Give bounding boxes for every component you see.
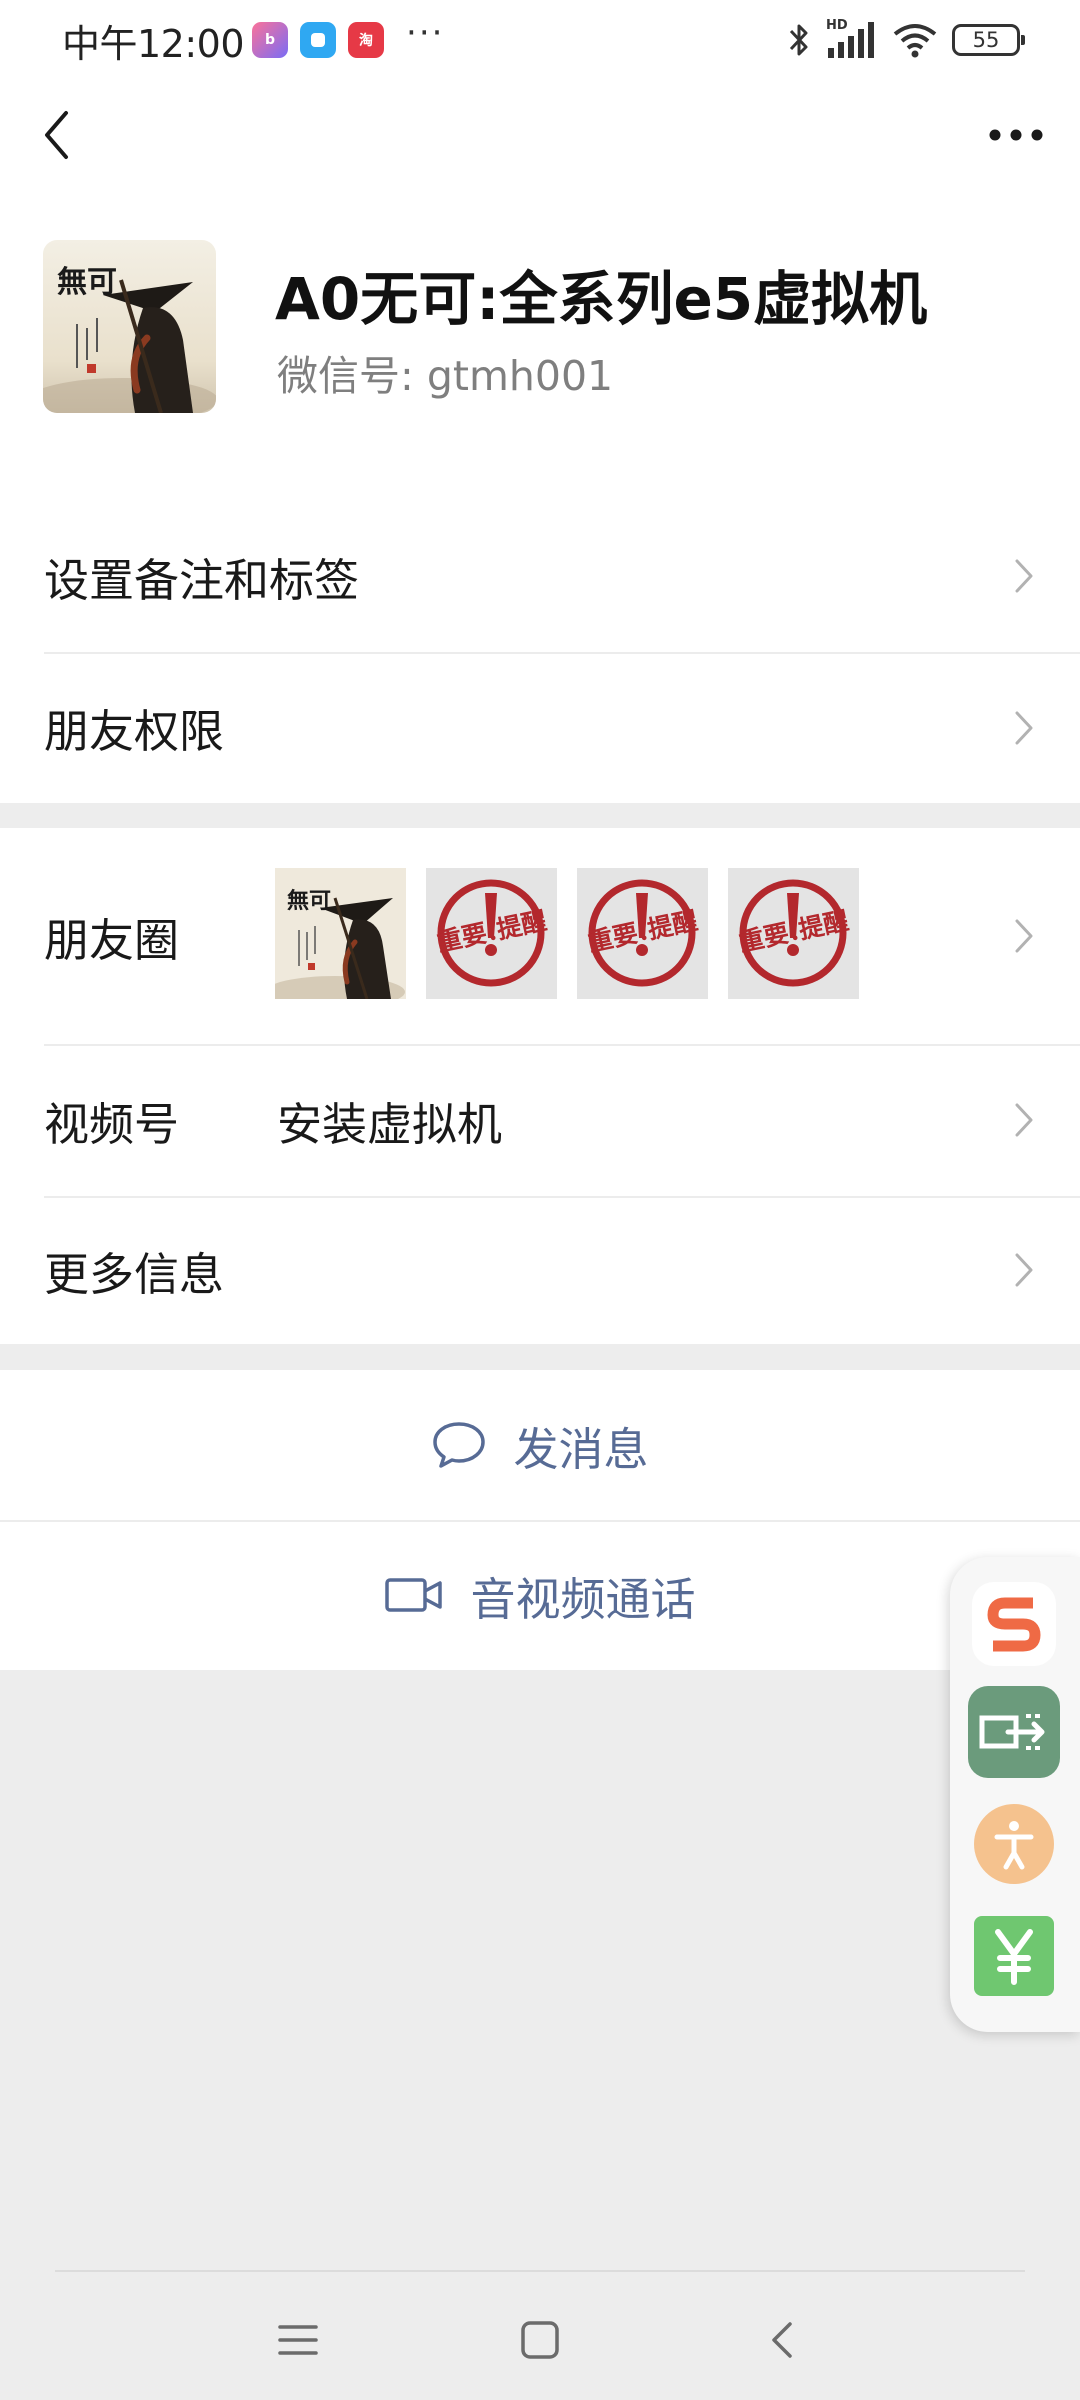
system-navigation-bar bbox=[0, 2270, 1080, 2400]
accessibility-icon[interactable] bbox=[967, 1797, 1061, 1891]
system-back-button[interactable] bbox=[742, 2310, 822, 2370]
moments-thumb-notice: 重要!提醒 bbox=[426, 868, 557, 999]
yuan-payment-icon[interactable] bbox=[967, 1909, 1061, 2003]
send-message-label: 发消息 bbox=[513, 1422, 649, 1476]
svg-text:無可: 無可 bbox=[57, 265, 117, 300]
channels-cell[interactable]: 视频号 安装虚拟机 bbox=[0, 1044, 1080, 1196]
signal-icon: HD bbox=[826, 18, 878, 60]
settings-group: 设置备注和标签 朋友权限 bbox=[0, 500, 1080, 803]
chevron-right-icon bbox=[1015, 919, 1033, 953]
chevron-right-icon bbox=[1015, 711, 1033, 744]
moments-label: 朋友圈 bbox=[44, 913, 180, 967]
chevron-right-icon bbox=[1015, 1253, 1033, 1287]
back-icon bbox=[772, 2322, 792, 2358]
chevron-right-icon bbox=[1015, 559, 1033, 593]
menu-button[interactable] bbox=[258, 2310, 338, 2370]
send-message-button[interactable]: 发消息 bbox=[0, 1370, 1080, 1520]
video-camera-icon bbox=[385, 1578, 443, 1612]
channels-label: 视频号 bbox=[44, 1097, 180, 1151]
status-overflow: ··· bbox=[406, 13, 445, 53]
status-time: 中午12:00 bbox=[62, 21, 245, 66]
battery-icon: 55 bbox=[952, 24, 1025, 56]
contact-name: A0无可:全系列e5虚拟机 bbox=[275, 265, 928, 333]
friend-permissions-label: 朋友权限 bbox=[44, 705, 225, 758]
moments-cell[interactable]: 朋友圈 無可 重要!提醒 重要!提醒 重要!提醒 bbox=[0, 828, 1080, 1044]
chevron-left-icon bbox=[45, 111, 68, 159]
wechat-id: 微信号: gtmh001 bbox=[277, 352, 614, 400]
status-right: HD 55 bbox=[786, 18, 1025, 60]
chat-bubble-icon bbox=[433, 1422, 486, 1468]
taobao-app-icon: 淘 bbox=[348, 22, 385, 58]
av-call-button[interactable]: 音视频通话 bbox=[0, 1520, 1080, 1670]
more-button[interactable] bbox=[980, 100, 1052, 170]
more-info-label: 更多信息 bbox=[44, 1247, 225, 1301]
battery-level: 55 bbox=[972, 28, 1000, 52]
moments-thumb-notice: 重要!提醒 bbox=[577, 868, 708, 999]
status-bar: 中午12:00 b 淘 ··· HD 55 bbox=[0, 0, 1080, 80]
profile-header: 無可 A0无可:全系列e5虚拟机 微信号: gtmh001 bbox=[0, 190, 1080, 500]
info-group: 朋友圈 無可 重要!提醒 重要!提醒 重要!提醒 视频号 安装虚拟机 更多信息 bbox=[0, 828, 1080, 1344]
chevron-right-icon bbox=[1015, 1103, 1033, 1137]
bilibili-app-icon: b bbox=[252, 22, 289, 58]
floating-toolbar bbox=[950, 1557, 1080, 2032]
sogou-s-icon[interactable] bbox=[967, 1577, 1061, 1671]
moments-thumb-notice: 重要!提醒 bbox=[728, 868, 859, 999]
moments-thumb-avatar-art: 無可 bbox=[275, 868, 406, 999]
nav-divider bbox=[55, 2270, 1025, 2272]
home-button[interactable] bbox=[500, 2310, 580, 2370]
back-button[interactable] bbox=[28, 100, 84, 170]
avatar[interactable]: 無可 bbox=[43, 240, 216, 413]
screen-share-icon[interactable] bbox=[967, 1685, 1061, 1779]
home-icon bbox=[521, 2321, 559, 2359]
av-call-label: 音视频通话 bbox=[470, 1572, 696, 1626]
menu-icon bbox=[278, 2325, 318, 2355]
friend-permissions-cell[interactable]: 朋友权限 bbox=[0, 652, 1080, 803]
more-info-cell[interactable]: 更多信息 bbox=[0, 1196, 1080, 1344]
wifi-icon bbox=[893, 24, 937, 58]
status-app-icons: b 淘 bbox=[252, 22, 385, 58]
bluetooth-icon bbox=[789, 24, 808, 56]
actions-group: 发消息 音视频通话 bbox=[0, 1370, 1080, 1670]
remark-tags-cell[interactable]: 设置备注和标签 bbox=[0, 500, 1080, 652]
nav-bar bbox=[0, 80, 1080, 190]
blue-chat-app-icon bbox=[300, 22, 337, 58]
avatar-image: 無可 bbox=[43, 240, 216, 413]
more-dots-icon bbox=[989, 129, 1043, 141]
remark-tags-label: 设置备注和标签 bbox=[44, 553, 360, 607]
contact-profile-screen: 中午12:00 b 淘 ··· HD 55 無可 A0无可:全系列e5虚拟机 微… bbox=[0, 0, 1080, 2400]
moments-thumbnails: 無可 重要!提醒 重要!提醒 重要!提醒 bbox=[275, 868, 859, 999]
channels-value: 安装虚拟机 bbox=[277, 1097, 503, 1151]
svg-text:無可: 無可 bbox=[287, 888, 331, 914]
